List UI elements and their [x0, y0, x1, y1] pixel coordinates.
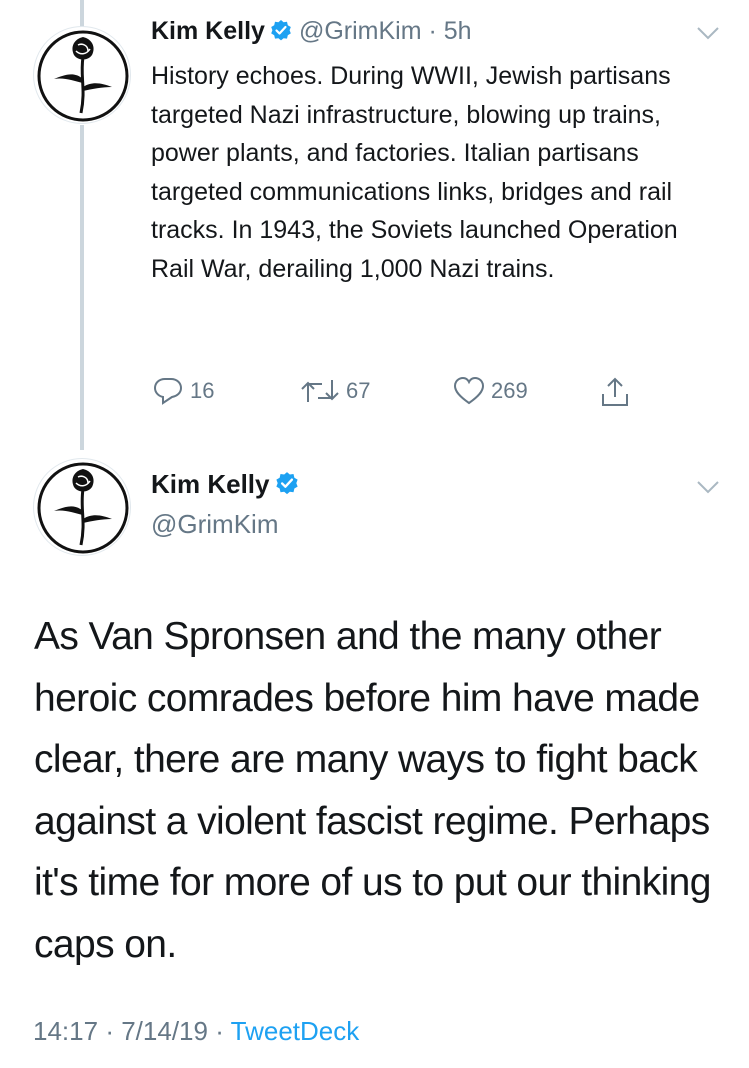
separator-dot: ·	[105, 1016, 114, 1046]
chevron-down-icon[interactable]	[695, 478, 721, 496]
author-handle[interactable]: @GrimKim	[299, 17, 422, 45]
like-count: 269	[491, 378, 528, 403]
avatar[interactable]	[33, 458, 131, 556]
author-handle[interactable]: @GrimKim	[151, 506, 306, 542]
separator-dot: ·	[428, 17, 437, 45]
tweet-header: Kim Kelly @GrimKim · 5h	[151, 14, 711, 52]
share-icon	[602, 377, 628, 406]
tweet-text: History echoes. During WWII, Jewish part…	[151, 62, 678, 283]
tweet-time[interactable]: 5h	[444, 17, 472, 45]
verified-badge-icon	[269, 18, 293, 52]
verified-badge-icon	[274, 470, 300, 506]
retweet-icon	[301, 380, 339, 402]
retweet-count: 67	[346, 378, 371, 403]
tweet-parent[interactable]: Kim Kelly @GrimKim · 5h History echoes. D…	[151, 14, 711, 288]
separator-dot: ·	[215, 1016, 224, 1046]
author-name[interactable]: Kim Kelly	[151, 17, 265, 45]
tweet-time[interactable]: 14:17	[33, 1016, 98, 1046]
share-button[interactable]	[599, 376, 637, 408]
heart-icon	[453, 376, 485, 405]
reply-button[interactable]: 16	[152, 376, 214, 406]
tweet-source-link[interactable]: TweetDeck	[231, 1016, 360, 1046]
retweet-button[interactable]: 67	[300, 376, 370, 406]
author-name-row: Kim Kelly	[151, 466, 306, 506]
black-rose-icon	[37, 30, 129, 122]
tweet-meta: 14:17 · 7/14/19 · TweetDeck	[33, 1016, 359, 1047]
like-button[interactable]: 269	[453, 376, 528, 406]
tweet-actions: 16 67 269	[0, 376, 749, 410]
header-separator: ·	[422, 17, 444, 45]
reply-icon	[153, 378, 183, 405]
black-rose-icon	[37, 462, 129, 554]
avatar[interactable]	[33, 26, 131, 124]
tweet-date[interactable]: 7/14/19	[121, 1016, 208, 1046]
tweet-text-focused: As Van Spronsen and the many other heroi…	[34, 615, 711, 966]
tweet-header-focused: Kim Kelly @GrimKim	[151, 466, 306, 542]
reply-count: 16	[190, 378, 215, 403]
chevron-down-icon[interactable]	[695, 24, 721, 42]
author-name[interactable]: Kim Kelly	[151, 469, 270, 499]
